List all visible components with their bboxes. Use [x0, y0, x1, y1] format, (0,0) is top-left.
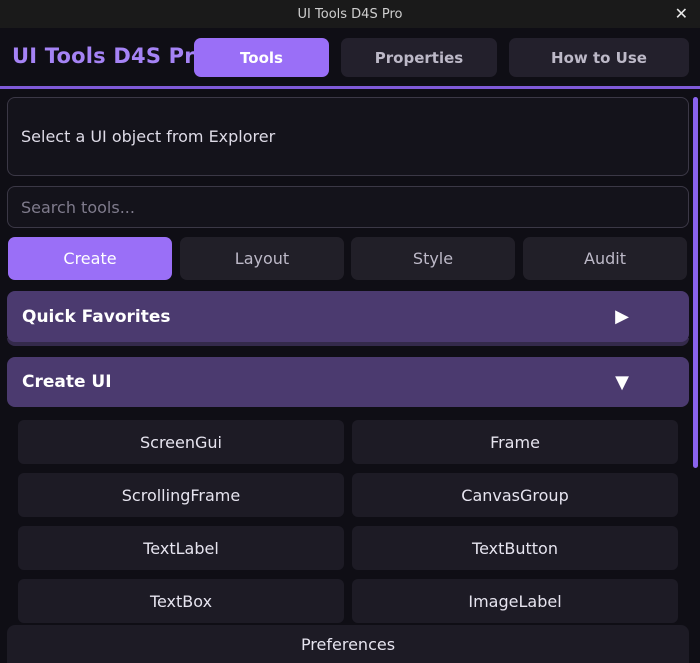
tab-tools[interactable]: Tools [194, 38, 329, 77]
subtab-create[interactable]: Create [8, 237, 172, 280]
scrollbar-thumb[interactable] [693, 97, 698, 468]
section-quick-favorites-label: Quick Favorites [22, 306, 171, 327]
selection-status: Select a UI object from Explorer [7, 97, 689, 176]
window-title: UI Tools D4S Pro [297, 6, 403, 22]
create-textbutton-button[interactable]: TextButton [352, 526, 678, 570]
tools-panel: Select a UI object from Explorer Create … [0, 89, 700, 663]
subtab-audit[interactable]: Audit [523, 237, 687, 280]
section-create-ui-label: Create UI [22, 372, 112, 392]
brand-title: UI Tools D4S Pro [12, 44, 210, 68]
create-imagelabel-button[interactable]: ImageLabel [352, 579, 678, 623]
selection-status-text: Select a UI object from Explorer [21, 127, 276, 146]
section-create-ui[interactable]: Create UI ▼ [7, 357, 689, 407]
create-screengui-button[interactable]: ScreenGui [18, 420, 344, 464]
window-titlebar: UI Tools D4S Pro ✕ [0, 0, 700, 28]
create-textlabel-button[interactable]: TextLabel [18, 526, 344, 570]
preferences-button[interactable]: Preferences [7, 625, 689, 663]
tab-properties[interactable]: Properties [341, 38, 497, 77]
tab-how-to-use[interactable]: How to Use [509, 38, 689, 77]
create-scrollingframe-button[interactable]: ScrollingFrame [18, 473, 344, 517]
close-icon[interactable]: ✕ [675, 4, 688, 23]
subtab-layout[interactable]: Layout [180, 237, 344, 280]
section-quick-favorites[interactable]: Quick Favorites ▶ [7, 291, 689, 342]
expand-arrow-icon: ▶ [615, 306, 629, 327]
header: UI Tools D4S Pro Tools Properties How to… [0, 28, 700, 86]
collapse-arrow-icon: ▼ [615, 371, 629, 393]
create-textbox-button[interactable]: TextBox [18, 579, 344, 623]
search-input[interactable] [7, 186, 689, 228]
create-canvasgroup-button[interactable]: CanvasGroup [352, 473, 678, 517]
subtab-style[interactable]: Style [351, 237, 515, 280]
create-frame-button[interactable]: Frame [352, 420, 678, 464]
